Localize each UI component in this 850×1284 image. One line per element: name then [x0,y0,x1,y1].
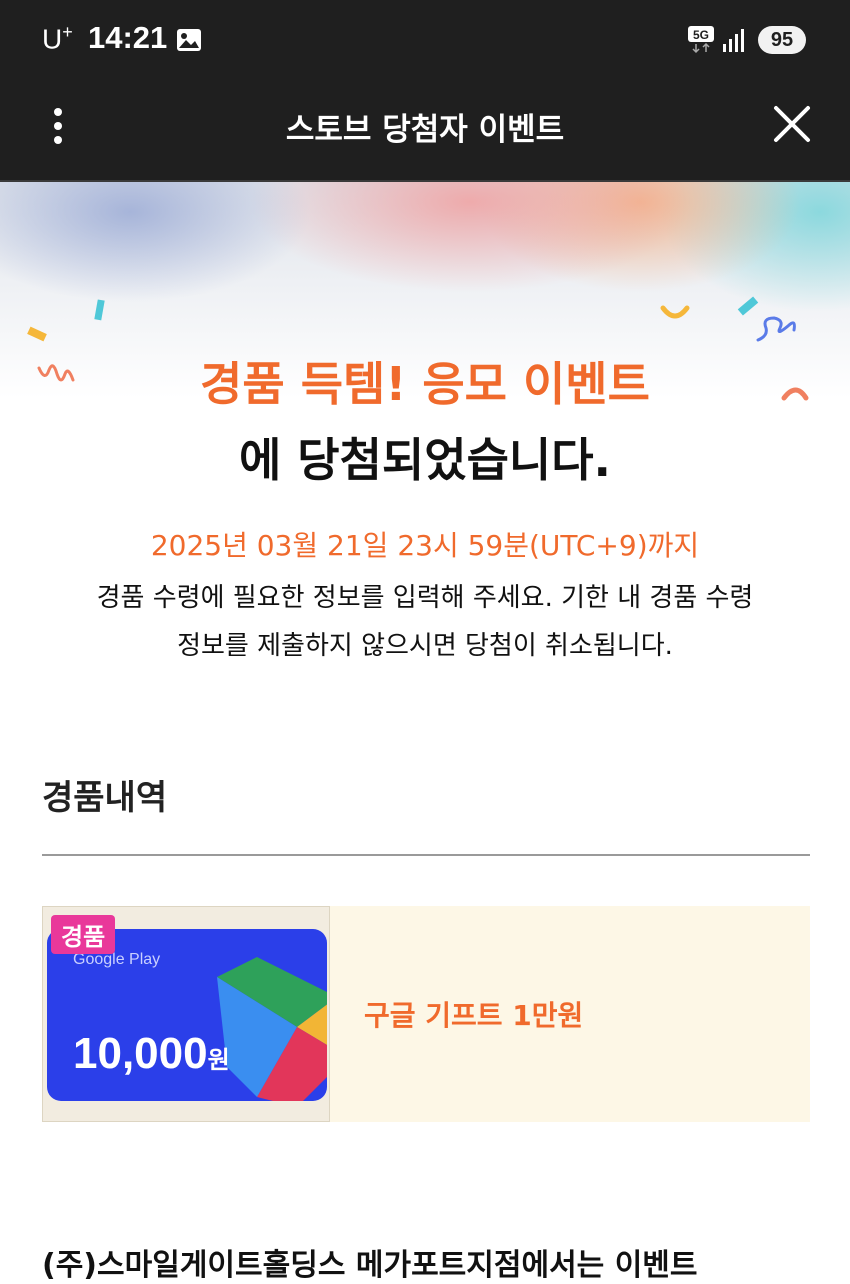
battery-indicator: 95 [758,26,806,54]
app-bar: 스토브 당첨자 이벤트 [0,80,850,182]
5g-network-icon: 5G [688,26,714,54]
footer-partial-text: (주)스마일게이트홀딩스 메가포트지점에서는 이벤트 [42,1248,698,1283]
prize-name: 구글 기프트 1만원 [364,999,584,1032]
event-name-headline: 경품 득템! 응모 이벤트 [200,357,650,411]
winner-headline: 에 당첨되었습니다. [238,433,612,487]
deadline-text: 2025년 03월 21일 23시 59분(UTC+9)까지 [150,529,700,562]
notice-text: 경품 수령에 필요한 정보를 입력해 주세요. 기한 내 경품 수령 정보를 제… [40,574,810,670]
google-play-gift-card: Google Play 10,000원 [47,929,327,1101]
clock: 14:21 [88,20,168,55]
close-icon[interactable] [770,102,814,146]
network-label: 5G [693,28,709,42]
confetti-icon [94,299,105,321]
confetti-squiggle-icon [756,316,796,342]
notice-line: 경품 수령에 필요한 정보를 입력해 주세요. 기한 내 경품 수령 [96,583,754,613]
prize-badge: 경품 [51,915,116,954]
status-bar: U+ 14:21 5G 95 [0,0,850,80]
confetti-icon [27,326,47,342]
prize-image: Google Play 10,000원 경품 [42,906,330,1122]
page-title: 스토브 당첨자 이벤트 [285,112,565,148]
carrier-label: U+ [42,22,73,55]
confetti-icon [660,305,690,319]
notice-line: 정보를 제출하지 않으시면 당첨이 취소됩니다. [177,631,673,661]
prize-section-title: 경품내역 [42,778,168,818]
divider [42,854,810,856]
prize-card: Google Play 10,000원 경품 구글 기프트 1만원 [42,906,810,1122]
gift-card-amount: 10,000원 [73,1029,230,1078]
image-notification-icon [177,29,201,51]
signal-strength-icon [723,29,744,52]
